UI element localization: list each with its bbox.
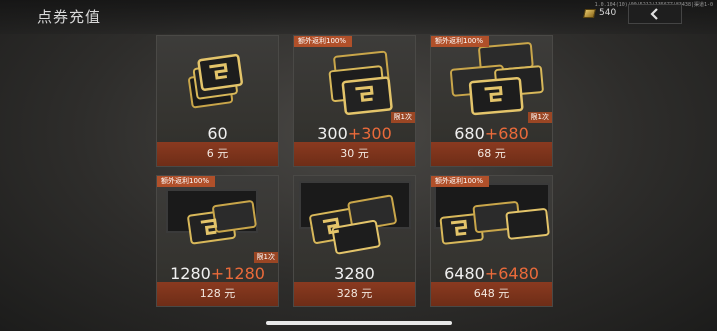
package-card-2[interactable]: 额外返利100% 限1次 300+300 30 元	[293, 35, 416, 167]
price-button[interactable]: 30 元	[294, 142, 415, 166]
price-button[interactable]: 68 元	[431, 142, 552, 166]
price-button[interactable]: 6 元	[157, 142, 278, 166]
price-button[interactable]: 328 元	[294, 282, 415, 306]
top-bar: 点券充值 1.0.104(10)|00|5212|135677|83438|渠道…	[0, 0, 717, 34]
balance-value: 540	[599, 8, 617, 18]
coupon-chest-image	[294, 176, 415, 263]
price-button[interactable]: 648 元	[431, 282, 552, 306]
price-button[interactable]: 128 元	[157, 282, 278, 306]
package-card-6[interactable]: 额外返利100% 6480+6480 648 元	[430, 175, 553, 307]
home-indicator[interactable]	[266, 321, 452, 325]
coupon-chest-image: 额外返利100% 限1次	[157, 176, 278, 263]
coupon-stack-image: 额外返利100% 限1次	[431, 36, 552, 123]
bonus-tag: 额外返利100%	[294, 36, 353, 47]
coupon-stack-image: 额外返利100% 限1次	[294, 36, 415, 123]
package-card-4[interactable]: 额外返利100% 限1次 1280+1280 128 元	[156, 175, 279, 307]
package-card-1[interactable]: 60 6 元	[156, 35, 279, 167]
package-card-3[interactable]: 额外返利100% 限1次 680+680 68 元	[430, 35, 553, 167]
bonus-tag: 额外返利100%	[431, 176, 490, 187]
coin-icon	[583, 8, 596, 18]
limit-tag: 限1次	[527, 112, 552, 123]
limit-tag: 限1次	[390, 112, 415, 123]
coupon-chest-image: 额外返利100%	[431, 176, 552, 263]
back-button[interactable]	[628, 4, 682, 24]
page-title: 点券充值	[37, 8, 102, 26]
bonus-tag: 额外返利100%	[431, 36, 490, 47]
package-card-5[interactable]: 3280 328 元	[293, 175, 416, 307]
chevron-left-icon	[650, 8, 658, 20]
coupon-stack-image	[157, 36, 278, 123]
balance-display: 540	[583, 8, 617, 18]
bonus-tag: 额外返利100%	[157, 176, 216, 187]
limit-tag: 限1次	[253, 252, 278, 263]
